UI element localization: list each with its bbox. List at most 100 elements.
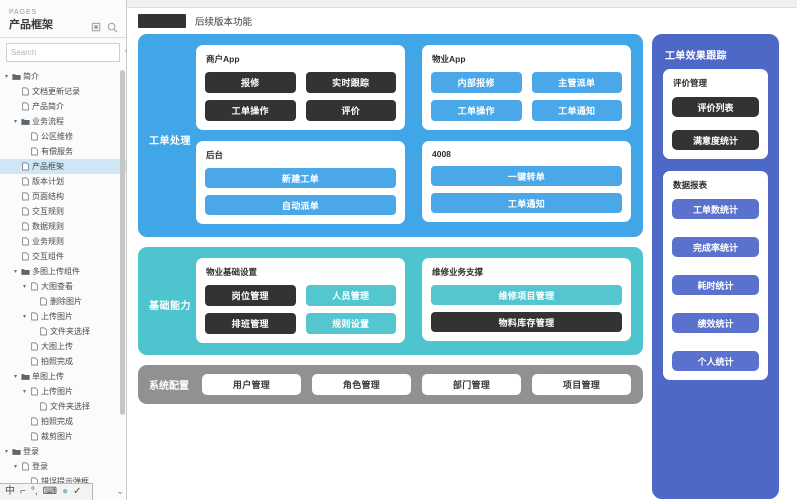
tree-item-label: 交互规则 (32, 207, 64, 216)
chevron-down-icon[interactable]: ▾ (20, 388, 29, 395)
ime-keyboard-icon[interactable]: ⌨ (43, 487, 57, 497)
button-geren-tongji[interactable]: 个人统计 (672, 351, 759, 371)
button-xinjian-gongdan[interactable]: 新建工单 (205, 168, 396, 188)
page-icon (29, 417, 39, 426)
button-renyuan-guanli[interactable]: 人员管理 (305, 285, 396, 306)
scrollbar-thumb[interactable] (120, 70, 125, 415)
tree-item[interactable]: ▾ 交互组件 (0, 249, 126, 264)
call-center-card: 4008 一键转单 工单通知 (422, 141, 631, 222)
tree-item[interactable]: ▾ 业务规则 (0, 234, 126, 249)
property-app-card-title: 物业App (432, 54, 466, 64)
button-jixiao-tongji[interactable]: 绩效统计 (672, 313, 759, 333)
add-page-icon[interactable] (107, 20, 118, 33)
diagram-right-column: 工单效果跟踪 评价管理 评价列表 满意度统计 数据报表 工单数统计 完成率统计 … (652, 34, 779, 499)
tree-item[interactable]: ▾ 页面结构 (0, 189, 126, 204)
page-title: 产品框架 (9, 19, 53, 31)
tracking-panel-title: 工单效果跟踪 (665, 51, 727, 62)
tree-item[interactable]: ▾ 拍照完成 (0, 354, 126, 369)
pages-label: PAGES (9, 9, 38, 16)
button-manyidu-tongji[interactable]: 满意度统计 (672, 130, 759, 150)
chevron-down-icon[interactable]: ▾ (20, 313, 29, 320)
scroll-down-icon[interactable]: ⌄ (116, 486, 124, 497)
tree-indent: ▾ (11, 193, 20, 200)
chevron-down-icon[interactable]: ▾ (2, 448, 11, 455)
page-icon (20, 207, 30, 216)
button-bumen-guanli[interactable]: 部门管理 (422, 374, 521, 395)
chevron-down-icon[interactable]: ▾ (11, 118, 20, 125)
chevron-down-icon[interactable]: ▾ (11, 268, 20, 275)
tree-item[interactable]: ▾ 多图上传组件 (0, 264, 126, 279)
button-wanchenglv-tongji[interactable]: 完成率统计 (672, 237, 759, 257)
tree-item[interactable]: ▾ 产品简介 (0, 99, 126, 114)
sidebar-scrollbar[interactable] (120, 62, 125, 472)
tree-item[interactable]: ▾ 拍照完成 (0, 414, 126, 429)
button-gongdan-tongzhi-4008[interactable]: 工单通知 (431, 193, 622, 213)
search-input[interactable] (7, 45, 125, 60)
tree-item[interactable]: ▾ 公区维修 (0, 129, 126, 144)
button-shishi-genzong[interactable]: 实时跟踪 (305, 72, 396, 93)
ime-toolbar[interactable]: 中 ⌐ °, ⌨ ● ✓ (0, 483, 93, 500)
tree-item[interactable]: ▾ 大图上传 (0, 339, 126, 354)
button-yijian-zhuandan[interactable]: 一键转单 (431, 166, 622, 186)
tree-item[interactable]: ▾ 数据规则 (0, 219, 126, 234)
tree-item[interactable]: ▾ 文件夹选择 (0, 399, 126, 414)
button-zidong-paidan[interactable]: 自动派单 (205, 195, 396, 215)
tree-item[interactable]: ▾ 有偿服务 (0, 144, 126, 159)
tree-item[interactable]: ▾ 业务流程 (0, 114, 126, 129)
tree-item[interactable]: ▾ 大图查看 (0, 279, 126, 294)
button-zhuguan-paidan[interactable]: 主管派单 (531, 72, 622, 93)
tree-item[interactable]: ▾ 登录 (0, 444, 126, 459)
tree-item[interactable]: ▾ 上传图片 (0, 309, 126, 324)
tree-item[interactable]: ▾ 简介 (0, 69, 126, 84)
chevron-down-icon[interactable]: ▾ (11, 373, 20, 380)
page-icon (20, 177, 30, 186)
tree-item[interactable]: ▾ 单图上传 (0, 369, 126, 384)
tree-indent: ▾ (29, 403, 38, 410)
backend-card: 后台 新建工单 自动派单 (196, 141, 405, 224)
button-gongdanshu-tongji[interactable]: 工单数统计 (672, 199, 759, 219)
button-haoshi-tongji[interactable]: 耗时统计 (672, 275, 759, 295)
button-neibu-baoxiu[interactable]: 内部报修 (431, 72, 522, 93)
button-jiaose-guanli[interactable]: 角色管理 (312, 374, 411, 395)
tree-item[interactable]: ▾ 裁剪图片 (0, 429, 126, 444)
button-paiban-guanli[interactable]: 排班管理 (205, 313, 296, 334)
page-icon (20, 222, 30, 231)
button-baoxiu[interactable]: 报修 (205, 72, 296, 93)
tree-item[interactable]: ▾ 删除图片 (0, 294, 126, 309)
ime-user-icon[interactable]: ● (62, 487, 68, 497)
button-weixiu-xiangmu-guanli[interactable]: 维修项目管理 (431, 285, 622, 305)
ime-punctuation-icon[interactable]: °, (31, 487, 38, 497)
backend-card-title: 后台 (206, 150, 224, 160)
tree-item[interactable]: ▾ 文档更新记录 (0, 84, 126, 99)
button-guize-shezhi[interactable]: 规则设置 (305, 313, 396, 334)
page-icon (29, 312, 39, 321)
tree-item[interactable]: ▾ 登录 (0, 459, 126, 474)
button-pingjia[interactable]: 评价 (305, 100, 396, 121)
ime-settings-icon[interactable]: ✓ (73, 487, 81, 497)
ime-mode-icon[interactable]: 中 (5, 487, 15, 497)
chevron-down-icon[interactable]: ▾ (2, 73, 11, 80)
chevron-down-icon[interactable]: ▾ (20, 283, 29, 290)
tree-indent: ▾ (11, 238, 20, 245)
chevron-down-icon[interactable]: ▾ (11, 463, 20, 470)
data-report-card-title: 数据报表 (673, 180, 708, 190)
button-gongdan-caozuo-property[interactable]: 工单操作 (431, 100, 522, 121)
button-gongdan-caozuo-merchant[interactable]: 工单操作 (205, 100, 296, 121)
tree-item-label: 公区维修 (41, 132, 73, 141)
button-gongdan-tongzhi-property[interactable]: 工单通知 (531, 100, 622, 121)
tree-item[interactable]: ▾ 上传图片 (0, 384, 126, 399)
tree-item[interactable]: ▾ 交互规则 (0, 204, 126, 219)
tree-item-selected[interactable]: ▾ 产品框架 (0, 159, 126, 174)
button-wuliao-kucun-guanli[interactable]: 物料库存管理 (431, 312, 622, 332)
tree-item[interactable]: ▾ 版本计划 (0, 174, 126, 189)
search-box[interactable]: ^ (6, 43, 129, 62)
tree-item[interactable]: ▾ 文件夹选择 (0, 324, 126, 339)
page-tree[interactable]: ▾简介▾文档更新记录▾产品简介▾业务流程▾公区维修▾有偿服务▾产品框架▾版本计划… (0, 66, 126, 500)
button-pingjia-liebiao[interactable]: 评价列表 (672, 97, 759, 117)
ime-shape-icon[interactable]: ⌐ (20, 487, 26, 497)
button-xiangmu-guanli[interactable]: 项目管理 (532, 374, 631, 395)
button-yonghu-guanli[interactable]: 用户管理 (202, 374, 301, 395)
duplicate-icon[interactable] (91, 20, 102, 32)
button-gangwei-guanli[interactable]: 岗位管理 (205, 285, 296, 306)
tree-item-label: 数据规则 (32, 222, 64, 231)
